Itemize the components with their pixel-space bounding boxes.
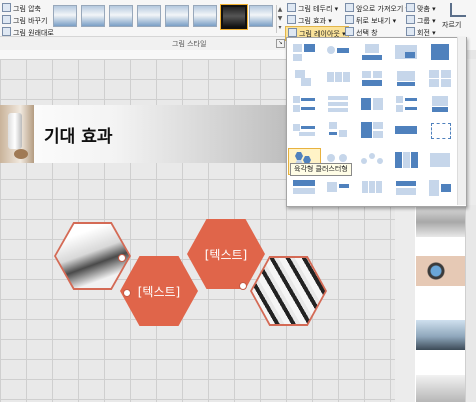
- change-picture-button[interactable]: 그림 바꾸기: [2, 15, 47, 26]
- banner-photo: [0, 105, 34, 163]
- layout-option[interactable]: [325, 42, 351, 62]
- layout-option[interactable]: [427, 94, 453, 114]
- layout-option[interactable]: [359, 94, 385, 114]
- clip-image-snow-bottom[interactable]: [416, 375, 466, 402]
- picture-style-4[interactable]: [137, 5, 161, 27]
- layout-option[interactable]: [325, 178, 351, 198]
- gallery-scrollbar[interactable]: [457, 37, 466, 205]
- layout-option[interactable]: [427, 42, 453, 62]
- layout-option[interactable]: [427, 68, 453, 88]
- layout-option[interactable]: [359, 42, 385, 62]
- crop-icon: [450, 3, 466, 17]
- layout-option[interactable]: [325, 94, 351, 114]
- layout-option[interactable]: [427, 120, 453, 140]
- layout-option[interactable]: [393, 150, 419, 170]
- picture-style-2[interactable]: [81, 5, 105, 27]
- selection-pane-icon: [345, 27, 354, 36]
- group-button[interactable]: 그룹 ▾: [406, 15, 436, 26]
- dialog-launcher-icon[interactable]: ↘: [276, 39, 285, 48]
- layout-option[interactable]: [359, 178, 385, 198]
- layout-option[interactable]: [291, 42, 317, 62]
- layout-option[interactable]: [393, 42, 419, 62]
- picture-style-1[interactable]: [53, 5, 77, 27]
- layout-option[interactable]: [325, 68, 351, 88]
- clip-image-eye[interactable]: [416, 256, 466, 286]
- picture-style-3[interactable]: [109, 5, 133, 27]
- picture-border-icon: [287, 3, 296, 12]
- send-backward-icon: [345, 15, 354, 24]
- picture-style-6[interactable]: [193, 5, 217, 27]
- slide-title[interactable]: 기대 효과: [44, 122, 112, 147]
- picture-effects-button[interactable]: 그림 효과 ▾: [287, 15, 332, 26]
- picture-layout-icon: [288, 28, 297, 37]
- bring-forward-icon: [345, 3, 354, 12]
- clip-image-snowy-trees[interactable]: [416, 207, 466, 237]
- layout-option[interactable]: [291, 68, 317, 88]
- rotate-icon: [406, 27, 415, 36]
- picture-border-button[interactable]: 그림 테두리 ▾: [287, 3, 338, 14]
- layout-option[interactable]: [427, 150, 453, 170]
- ribbon-group-footer: 그림 스타일 ↘: [0, 36, 286, 51]
- align-icon: [406, 3, 415, 12]
- picture-style-7[interactable]: [220, 4, 248, 30]
- bring-forward-button[interactable]: 앞으로 가져오기 ▾: [345, 3, 409, 14]
- side-scrollbar[interactable]: [465, 205, 476, 402]
- align-button[interactable]: 맞춤 ▾: [406, 3, 436, 14]
- picture-effects-icon: [287, 15, 296, 24]
- hexagon-text-2-label: [텍스트]: [204, 247, 248, 262]
- layout-option[interactable]: [359, 120, 385, 140]
- group-icon: [406, 15, 415, 24]
- compress-icon: [2, 3, 11, 12]
- picture-style-5[interactable]: [165, 5, 189, 27]
- connector-dot: [118, 254, 126, 262]
- clip-image-city[interactable]: [416, 320, 466, 350]
- gallery-scroll[interactable]: ▲ ▼ ▾: [276, 5, 283, 33]
- dominoes-photo-2: [252, 258, 325, 324]
- layout-option[interactable]: [359, 150, 385, 170]
- picture-style-8[interactable]: [249, 5, 273, 27]
- layout-option[interactable]: [291, 120, 317, 140]
- layout-option[interactable]: [393, 120, 419, 140]
- send-backward-button[interactable]: 뒤로 보내기 ▾: [345, 15, 396, 26]
- layout-option[interactable]: [393, 178, 419, 198]
- layout-tooltip: 육각형 클러스터형: [290, 163, 352, 176]
- layout-option[interactable]: [325, 120, 351, 140]
- picture-layout-gallery: [286, 37, 467, 207]
- layout-option[interactable]: [427, 178, 453, 198]
- layout-option[interactable]: [291, 94, 317, 114]
- compress-pictures-button[interactable]: 그림 압축: [2, 3, 41, 14]
- connector-dot: [123, 289, 131, 297]
- change-picture-icon: [2, 15, 11, 24]
- layout-option[interactable]: [393, 94, 419, 114]
- connector-dot: [239, 282, 247, 290]
- layout-option[interactable]: [359, 68, 385, 88]
- layout-option[interactable]: [393, 68, 419, 88]
- picture-styles-group-label: 그림 스타일: [172, 40, 207, 48]
- hexagon-text-1-label: [텍스트]: [137, 284, 181, 299]
- layout-option[interactable]: [291, 178, 317, 198]
- crop-button[interactable]: 자르기: [442, 3, 472, 33]
- reset-picture-icon: [2, 27, 11, 36]
